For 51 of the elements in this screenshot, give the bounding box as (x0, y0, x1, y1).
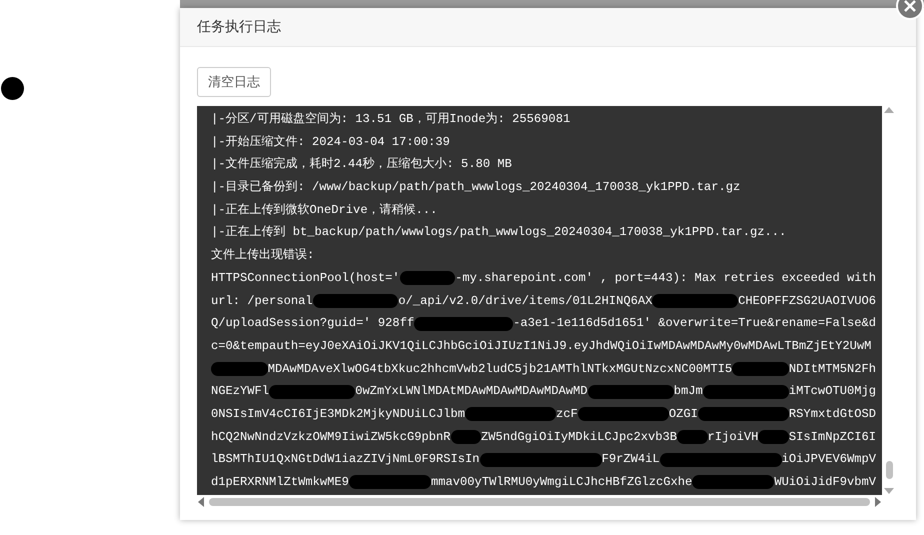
log-text: -my.sharepoint.com' , port=443): Max retries exceeded with (455, 270, 876, 287)
scroll-down-icon[interactable] (884, 487, 894, 495)
redaction-mark (732, 362, 789, 376)
scrollbar-thumb[interactable] (209, 498, 870, 506)
dialog-title: 任务执行日志 (197, 18, 281, 36)
redaction-mark (211, 362, 268, 376)
redaction-mark (400, 271, 456, 286)
log-text: rIjoiVH (708, 428, 758, 446)
close-icon[interactable] (896, 0, 924, 20)
log-text: NGEzYWFl (211, 383, 270, 400)
log-text: |-文件压缩完成，耗时2.44秒，压缩包大小: 5.80 MB (211, 156, 512, 174)
log-text: ZW5ndGgiOiIyMDkiLCJpc2xvb3B (481, 428, 677, 446)
redaction-mark (758, 430, 789, 444)
log-text: |-目录已备份到: /www/backup/path/path_wwwlogs_20240304_170038_yk1PPD.tar.gz (211, 179, 740, 196)
log-text: 0wZmYxLWNlMDAtMDAwMDAwMDAwMDAwMD (355, 383, 588, 400)
log-text: F9rZW4iL (602, 451, 660, 468)
log-text: url: /personal (211, 292, 313, 310)
log-text: 文件上传出现错误: (211, 247, 314, 264)
log-text: NDItMTM5N2Fh (788, 360, 876, 378)
log-text: iMTcwOTU0Mjg (788, 383, 876, 400)
redaction-mark (677, 430, 708, 444)
scroll-right-icon[interactable] (874, 497, 882, 507)
log-text: zcF (556, 406, 578, 423)
log-text: WUiOiJidF9vbmV (774, 474, 876, 491)
log-text: Q/uploadSession?guid=' 928ff (211, 315, 414, 332)
redaction-mark (450, 430, 482, 444)
log-text: mmav00yTWlRMU0yWmgiLCJhcHBfZGlzcGxhe (431, 474, 692, 491)
log-text: 0NSIsImV4cCI6IjE3MDk2MjkyNDUiLCJlbm (211, 406, 466, 423)
log-text: |-正在上传到微软OneDrive，请稍候... (211, 202, 438, 219)
log-text: o/_api/v2.0/drive/items/01L2HINQ6AX (398, 292, 652, 310)
log-text: bmJm (674, 383, 703, 400)
log-text: lBSMThIU1QxNGtDdW1iazZIVjNmL0F9RSIsIn (211, 451, 480, 468)
scroll-up-icon[interactable] (884, 106, 894, 114)
log-text: RSYmxtdGtOSD (788, 406, 876, 423)
log-text: |-分区/可用磁盘空间为: 13.51 GB，可用Inode为: 25569081 (211, 111, 570, 128)
scroll-left-icon[interactable] (197, 497, 205, 507)
log-text: iOiJPVEV6WmpV (782, 451, 876, 468)
log-text: HTTPSConnectionPool(host=' (211, 270, 400, 287)
log-text: CHEOPFFZSG2UAOIVUO6 (738, 292, 876, 310)
log-text: hCQ2NwNndzVzkzOWM9IiwiZW5kcG9pbnR (211, 428, 450, 446)
log-text: c=0&tempauth=eyJ0eXAiOiJKV1QiLCJhbGciOiJIUzI1NiJ9.eyJhdWQiOiIwMDAwMDAwMy0wMDAwLTBmZjEtY2UwM (211, 338, 872, 355)
log-text: SIsImNpZCI6I (788, 428, 876, 446)
log-text: |-正在上传到 bt_backup/path/wwwlogs/path_wwwlogs_20240304_170038_yk1PPD.tar.gz... (211, 224, 786, 242)
log-text: d1pERXRNMlZtWmkwME9 (211, 474, 349, 491)
log-text: MDAwMDAveXlwOG4tbXkuc2hhcmVwb2ludC5jb21AMThlNTkxMGUtNzcxNC00MTI5 (268, 360, 732, 378)
clear-log-button[interactable]: 清空日志 (197, 67, 271, 97)
log-text: -a3e1-1e116d5d1651' &overwrite=True&rename=False&d (513, 315, 876, 332)
log-text: OZGI (668, 406, 698, 423)
log-text: |-开始压缩文件: 2024-03-04 17:00:39 (211, 134, 450, 151)
scrollbar-thumb[interactable] (886, 461, 892, 479)
dot-icon (1, 77, 24, 100)
